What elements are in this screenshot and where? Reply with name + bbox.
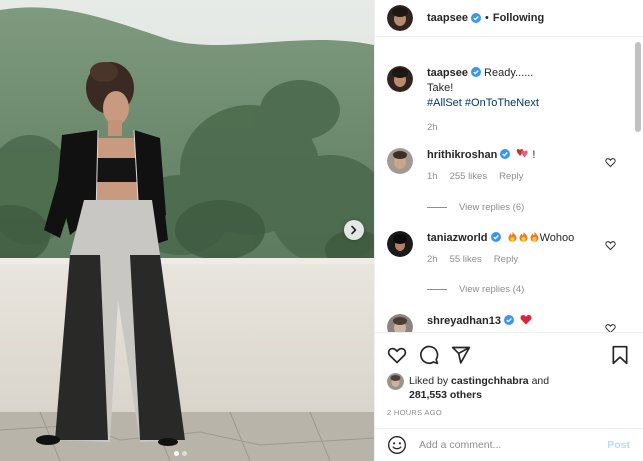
comment-username[interactable]: taniazworld bbox=[427, 232, 488, 244]
carousel-dot bbox=[182, 451, 187, 456]
replies-divider bbox=[427, 289, 447, 290]
post-comment-button[interactable]: Post bbox=[607, 439, 630, 451]
scrollbar-thumb[interactable] bbox=[635, 42, 641, 132]
caption-line-1: Ready...... bbox=[484, 67, 534, 79]
liked-by-prefix: Liked by bbox=[409, 375, 449, 387]
emoji-icon[interactable] bbox=[387, 435, 407, 455]
reply-button[interactable]: Reply bbox=[499, 169, 523, 184]
post-actions: Liked by castingchhabra and 281,553 othe… bbox=[375, 332, 643, 428]
caption-line-2: Take! bbox=[427, 82, 454, 94]
caption-username[interactable]: taapsee bbox=[427, 67, 468, 79]
hashtag-link[interactable]: #AllSet bbox=[427, 97, 462, 109]
comment-input[interactable] bbox=[419, 439, 589, 451]
comment-likes[interactable]: 55 likes bbox=[450, 252, 482, 267]
carousel-indicator bbox=[174, 451, 187, 456]
heart-icon[interactable] bbox=[387, 345, 407, 365]
replies-divider bbox=[427, 207, 447, 208]
following-button[interactable]: Following bbox=[493, 12, 544, 24]
post-image bbox=[0, 0, 374, 461]
avatar[interactable] bbox=[387, 66, 413, 92]
liked-by-user[interactable]: castingchhabra bbox=[451, 375, 529, 387]
comments-list[interactable]: taapsee Ready...... Take! #AllSet #OnToT… bbox=[375, 38, 643, 332]
pink-hearts-emoji-icon bbox=[517, 148, 529, 158]
comment-icon[interactable] bbox=[419, 345, 439, 365]
post-header: taapsee • Following bbox=[375, 0, 643, 37]
post-author-username[interactable]: taapsee bbox=[427, 12, 468, 24]
comment-text: Wohoo bbox=[539, 232, 575, 244]
verified-icon bbox=[500, 149, 511, 159]
caption: taapsee Ready...... Take! #AllSet #OnToT… bbox=[387, 66, 617, 135]
liker-avatar[interactable] bbox=[387, 373, 404, 390]
liked-by-and: and bbox=[531, 375, 550, 387]
comment-username[interactable]: hrithikroshan bbox=[427, 149, 497, 161]
comment-time: 2h bbox=[427, 254, 438, 265]
hashtag-link[interactable]: #OnToTheNext bbox=[465, 97, 539, 109]
view-replies-label: View replies (4) bbox=[459, 284, 525, 295]
like-comment-heart-icon[interactable] bbox=[605, 323, 616, 332]
comment-text: ! bbox=[532, 149, 536, 161]
carousel-dot-active bbox=[174, 451, 179, 456]
likes-summary: Liked by castingchhabra and 281,553 othe… bbox=[387, 373, 550, 402]
verified-icon bbox=[470, 67, 481, 77]
post-sidebar: taapsee • Following taapsee Ready...... … bbox=[374, 0, 643, 461]
comment-time: 1h bbox=[427, 171, 438, 182]
fire-emoji-icon bbox=[508, 231, 539, 242]
view-replies-button[interactable]: View replies (6) bbox=[427, 202, 524, 213]
like-comment-heart-icon[interactable] bbox=[605, 240, 616, 251]
verified-icon bbox=[503, 315, 514, 325]
add-comment-bar: Post bbox=[375, 428, 643, 461]
avatar[interactable] bbox=[387, 231, 413, 257]
view-replies-label: View replies (6) bbox=[459, 202, 525, 213]
caption-time: 2h bbox=[427, 122, 438, 133]
comments-scrollbar[interactable] bbox=[635, 42, 641, 332]
avatar[interactable] bbox=[387, 314, 413, 332]
verified-icon bbox=[490, 232, 501, 242]
likes-count[interactable]: 281,553 others bbox=[409, 389, 482, 401]
header-separator: • bbox=[484, 12, 489, 24]
bookmark-icon[interactable] bbox=[610, 345, 630, 365]
like-comment-heart-icon[interactable] bbox=[605, 157, 616, 168]
post-timestamp[interactable]: 2 HOURS AGO bbox=[387, 408, 442, 417]
comment-item: taniazworld Wohoo 2h 55 likes Reply bbox=[387, 231, 617, 267]
avatar[interactable] bbox=[387, 148, 413, 174]
comment-username[interactable]: shreyadhan13 bbox=[427, 315, 501, 327]
comment-item: shreyadhan13 bbox=[387, 314, 617, 332]
next-photo-button[interactable] bbox=[344, 220, 364, 240]
comment-item: hrithikroshan ! 1h 255 likes Reply bbox=[387, 148, 617, 184]
avatar[interactable] bbox=[387, 5, 413, 31]
reply-button[interactable]: Reply bbox=[494, 252, 518, 267]
share-icon[interactable] bbox=[451, 345, 471, 365]
view-replies-button[interactable]: View replies (4) bbox=[427, 284, 524, 295]
post-photo[interactable] bbox=[0, 0, 374, 461]
comment-likes[interactable]: 255 likes bbox=[450, 169, 488, 184]
red-heart-emoji-icon bbox=[520, 314, 532, 325]
verified-icon bbox=[470, 13, 481, 23]
chevron-right-icon bbox=[351, 225, 357, 235]
